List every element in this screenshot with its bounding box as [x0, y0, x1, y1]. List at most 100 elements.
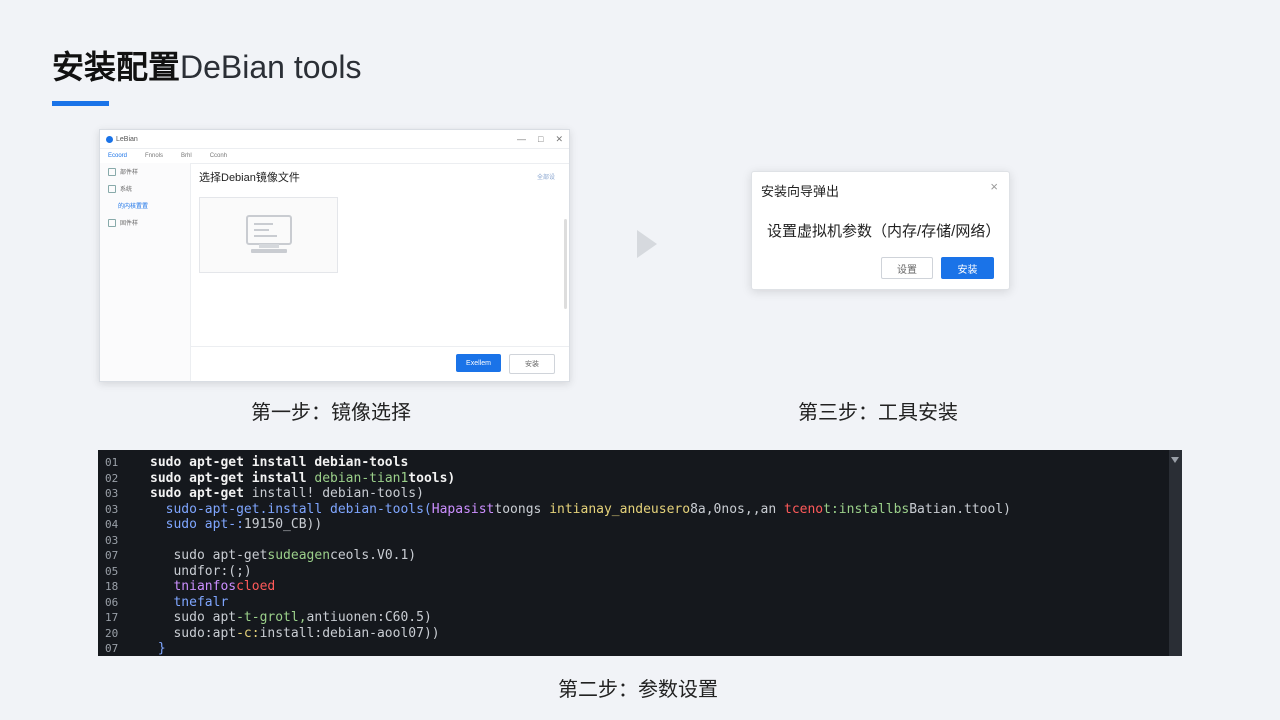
code-token: sudeagen: [267, 548, 331, 563]
code-token: sudo apt-get: [150, 486, 252, 501]
terminal-scrollbar[interactable]: [1169, 450, 1182, 656]
sidebar-item-label: 固件样: [120, 221, 139, 227]
code-token: install! debian-tools): [251, 486, 424, 501]
terminal-line: 06 tnefalr: [98, 595, 1158, 610]
caption-step1: 第一步：镜像选择: [251, 402, 411, 424]
slide-title-rest: DeBian tools: [180, 49, 362, 85]
code-text: sudo-apt-get.install debian-tools(Hapasi…: [150, 502, 1011, 517]
menu-item[interactable]: Cconh: [210, 153, 227, 159]
code-token: sudo apt-get: [150, 548, 268, 563]
code-token: debian-tian1: [314, 470, 409, 486]
terminal-line: 20 sudo:apt-c:install:debian-aool07)): [98, 626, 1158, 641]
primary-button[interactable]: Exellem: [456, 354, 501, 372]
window-controls: — □ ✕: [517, 134, 563, 145]
line-number: 18: [105, 580, 119, 593]
line-number: 06: [105, 595, 119, 609]
terminal-line: 01 sudo apt-get install debian-tools: [98, 455, 1158, 470]
sidebar-item[interactable]: 系统: [100, 180, 190, 197]
code-token: Batian.ttool): [909, 501, 1011, 517]
menu-item[interactable]: Fnnols: [145, 153, 163, 159]
secondary-button[interactable]: 安装: [509, 354, 555, 374]
code-token: sudo apt-get install: [150, 470, 315, 486]
close-icon[interactable]: ×: [990, 179, 998, 194]
terminal-line: 03 sudo apt-get install! debian-tools): [98, 486, 1158, 501]
line-number: 20: [105, 626, 119, 640]
code-token: intianay_andeusero: [549, 501, 691, 517]
slide-title-bold: 安装配置: [52, 49, 181, 85]
dialog-body: 设置虚拟机参数（内存/存储/网络）: [767, 223, 1001, 240]
menu-item[interactable]: Brhl: [181, 153, 192, 159]
code-text: tnefalr: [150, 595, 228, 610]
code-text: }: [150, 641, 166, 656]
sidebar-item-label: 部件样: [120, 170, 139, 176]
code-token: ceols.V0.1): [330, 548, 417, 563]
code-token: tceno: [784, 501, 824, 517]
window-heading: 选择Debian镜像文件: [199, 172, 300, 184]
dialog-ok-button[interactable]: 安装: [941, 257, 994, 279]
code-token: tnianfos: [150, 579, 237, 594]
code-token: sudo apt-get install debian-tools: [150, 455, 409, 470]
line-number: 03: [105, 502, 119, 516]
code-text: sudo apt-t-grotl,antiuonen:C60.5): [150, 610, 432, 625]
window-sidebar: 部件样 系统 的内核置置 固件样: [100, 163, 191, 381]
debian-logo-icon: [106, 135, 113, 143]
code-token: 8a,0nos,,an: [690, 501, 784, 517]
code-token: sudo apt: [150, 610, 237, 625]
terminal-line: 03: [98, 533, 1158, 548]
maximize-icon[interactable]: □: [538, 134, 543, 145]
line-number: 03: [105, 487, 119, 500]
code-token: Hapasist: [431, 501, 495, 517]
sidebar-item[interactable]: 固件样: [100, 214, 190, 231]
chip-icon: [108, 218, 116, 227]
close-icon[interactable]: ✕: [555, 134, 563, 145]
code-text: sudo:apt-c:install:debian-aool07)): [150, 625, 439, 641]
code-token: antiuonen:C60.5): [306, 610, 432, 625]
window-main: 选择Debian镜像文件 全部设 Exellem 安装: [191, 163, 569, 381]
line-number: 02: [105, 471, 119, 485]
code-text: sudo apt-get install debian-tian1tools): [150, 471, 455, 486]
code-token: -c:: [236, 625, 260, 641]
window-menu: Ecoord Fnnols Brhl Cconh: [100, 149, 569, 164]
code-text: sudo apt-:19150_CB)): [150, 517, 323, 532]
code-token: tools): [408, 470, 456, 486]
install-dialog: 安装向导弹出 × 设置虚拟机参数（内存/存储/网络） 设置 安装: [751, 171, 1010, 290]
code-token: undfor:(;): [150, 563, 252, 579]
window-scrollbar[interactable]: [564, 219, 567, 309]
line-number: 07: [105, 549, 119, 562]
line-number: 05: [105, 564, 119, 578]
line-number: 07: [105, 642, 119, 655]
code-text: tnianfoscloed: [150, 579, 275, 594]
dialog-cancel-button[interactable]: 设置: [881, 257, 933, 279]
code-token: toongs: [494, 501, 550, 517]
terminal-line: 17 sudo apt-t-grotl,antiuonen:C60.5): [98, 610, 1158, 625]
terminal-line: 07 }: [98, 641, 1158, 656]
code-text: undfor:(;): [150, 563, 252, 579]
code-token: t:installbs: [823, 501, 910, 517]
menu-item[interactable]: Ecoord: [108, 153, 127, 159]
sidebar-item-label: 的内核置置: [118, 204, 149, 210]
computer-icon: [245, 215, 292, 253]
window-titlebar: LeBian — □ ✕: [100, 130, 569, 149]
sidebar-item-label: 系统: [120, 187, 133, 193]
sidebar-item-active[interactable]: 的内核置置: [100, 197, 190, 214]
scroll-up-icon[interactable]: [1171, 457, 1179, 463]
dialog-title: 安装向导弹出: [761, 184, 840, 199]
code-text: sudo apt-get install debian-tools: [150, 455, 408, 470]
file-icon: [108, 167, 116, 176]
minimize-icon[interactable]: —: [517, 134, 526, 145]
line-number: 17: [105, 611, 119, 624]
code-token: -t-grotl,: [236, 610, 307, 625]
terminal-line: 02 sudo apt-get install debian-tian1tools…: [98, 471, 1158, 486]
top-link[interactable]: 全部设: [537, 172, 555, 181]
arrow-right-icon: [637, 230, 657, 258]
code-token: }: [150, 641, 166, 656]
window-title: LeBian: [116, 135, 138, 143]
line-number: 04: [105, 518, 119, 531]
line-number: 01: [105, 456, 119, 469]
terminal-line: 07 sudo apt-getsudeagenceols.V0.1): [98, 548, 1158, 563]
image-drop-card[interactable]: [199, 197, 338, 273]
window-footer: Exellem 安装: [191, 346, 569, 381]
sidebar-item[interactable]: 部件样: [100, 163, 190, 180]
code-token: 19150_CB)): [243, 517, 323, 532]
terminal-line: 04 sudo apt-:19150_CB)): [98, 517, 1158, 532]
